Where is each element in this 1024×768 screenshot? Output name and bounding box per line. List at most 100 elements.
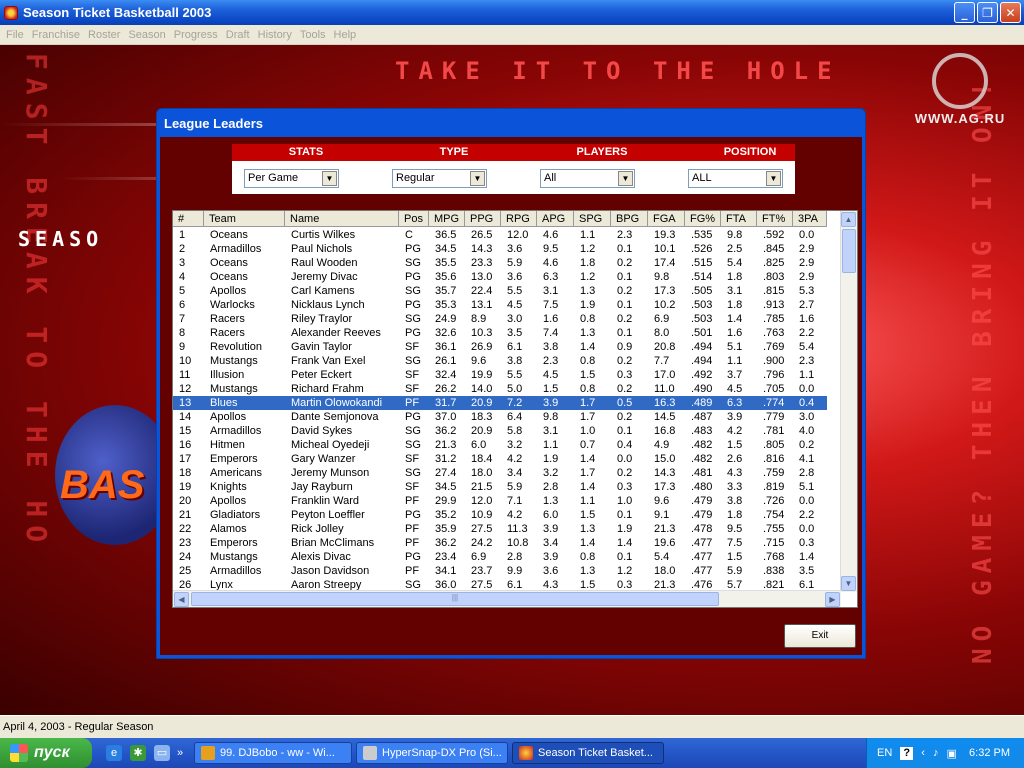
column-header[interactable]: # — [173, 211, 204, 227]
show-desktop-icon[interactable]: ▭ — [154, 745, 170, 761]
vertical-scrollbar[interactable]: ▲ ▼ — [840, 211, 857, 592]
title-bar[interactable]: Season Ticket Basketball 2003 _ ❐ ✕ — [0, 0, 1024, 25]
table-row[interactable]: 14 Apollos Dante Semjonova PG 37.0 18.3 6.4 9.8… — [173, 410, 827, 424]
taskbar-item-winamp[interactable]: 99. DJBobo - ww - Wi... — [194, 742, 352, 764]
menu-item-progress[interactable]: Progress — [172, 29, 224, 41]
table-cell: 0.0 — [799, 523, 815, 535]
table-row[interactable]: 20 Apollos Franklin Ward PF 29.9 12.0 7.1 1.3 1.… — [173, 494, 827, 508]
column-header[interactable]: FT% — [757, 211, 793, 227]
horizontal-scroll-thumb[interactable]: ||| — [191, 592, 719, 606]
horizontal-scrollbar[interactable]: ◀ ||| ▶ — [173, 590, 841, 607]
type-dropdown[interactable]: Regular ▼ — [392, 169, 487, 188]
chevron-right-icon[interactable]: » — [176, 745, 184, 761]
table-row[interactable]: 12 Mustangs Richard Frahm SF 26.2 14.0 5.0 1.5 0… — [173, 382, 827, 396]
column-header[interactable]: FG% — [685, 211, 721, 227]
column-header[interactable]: FTA — [721, 211, 757, 227]
help-icon[interactable]: ? — [900, 746, 914, 760]
stats-dropdown[interactable]: Per Game ▼ — [244, 169, 339, 188]
players-dropdown[interactable]: All ▼ — [540, 169, 635, 188]
table-row[interactable]: 7 Racers Riley Traylor SG 24.9 8.9 3.0 1.6 0.8 0.… — [173, 312, 827, 326]
column-header[interactable]: 3PA — [793, 211, 827, 227]
table-cell: SG — [405, 439, 421, 451]
network-icon[interactable]: ▣ — [946, 747, 956, 760]
table-row[interactable]: 2 Armadillos Paul Nichols PG 34.5 14.3 3.6 9.5 1… — [173, 242, 827, 256]
table-row[interactable]: 23 Emperors Brian McClimans PF 36.2 24.2 10.8 3… — [173, 536, 827, 550]
column-header[interactable]: MPG — [429, 211, 465, 227]
chevron-down-icon[interactable]: ▼ — [618, 171, 633, 186]
menu-item-history[interactable]: History — [256, 29, 298, 41]
menu-item-file[interactable]: File — [4, 29, 30, 41]
chevron-down-icon[interactable]: ▼ — [470, 171, 485, 186]
chevron-down-icon[interactable]: ▼ — [766, 171, 781, 186]
menu-item-draft[interactable]: Draft — [224, 29, 256, 41]
column-header[interactable]: Name — [285, 211, 399, 227]
column-header[interactable]: Team — [204, 211, 285, 227]
menu-item-help[interactable]: Help — [332, 29, 363, 41]
menu-item-tools[interactable]: Tools — [298, 29, 332, 41]
table-row[interactable]: 19 Knights Jay Rayburn SF 34.5 21.5 5.9 2.8 1.4 0… — [173, 480, 827, 494]
scroll-left-icon[interactable]: ◀ — [174, 592, 189, 607]
table-cell: 9.8 — [727, 229, 743, 241]
table-cell: 6.0 — [471, 439, 487, 451]
table-row[interactable]: 15 Armadillos David Sykes SG 36.2 20.9 5.8 3.1 1… — [173, 424, 827, 438]
column-header[interactable]: PPG — [465, 211, 501, 227]
table-row[interactable]: 18 Americans Jeremy Munson SG 27.4 18.0 3.4 3.2… — [173, 466, 827, 480]
tray-chevron-icon[interactable]: ‹ — [921, 747, 925, 759]
table-cell: 2.5 — [727, 243, 743, 255]
table-row[interactable]: 25 Armadillos Jason Davidson PF 34.1 23.7 9.9 3… — [173, 564, 827, 578]
table-row[interactable]: 17 Emperors Gary Wanzer SF 31.2 18.4 4.2 1.9 1.4… — [173, 452, 827, 466]
vertical-scroll-thumb[interactable] — [842, 229, 856, 273]
table-row[interactable]: 5 Apollos Carl Kamens SG 35.7 22.4 5.5 3.1 1.3 0.… — [173, 284, 827, 298]
table-cell: 2.3 — [617, 229, 633, 241]
language-indicator[interactable]: EN — [877, 747, 892, 759]
quicklaunch-app-icon[interactable]: ✱ — [130, 745, 146, 761]
table-row[interactable]: 1 Oceans Curtis Wilkes C 36.5 26.5 12.0 4.6 1.1 2… — [173, 228, 827, 242]
restore-button[interactable]: ❐ — [977, 2, 998, 23]
menu-item-franchise[interactable]: Franchise — [30, 29, 86, 41]
taskbar-item-season-ticket[interactable]: Season Ticket Basket... — [512, 742, 664, 764]
table-cell: PG — [405, 411, 421, 423]
internet-explorer-icon[interactable]: e — [106, 745, 122, 761]
table-row[interactable]: 8 Racers Alexander Reeves PG 32.6 10.3 3.5 7.4 1… — [173, 326, 827, 340]
table-row[interactable]: 4 Oceans Jeremy Divac PG 35.6 13.0 3.6 6.3 1.2 0.… — [173, 270, 827, 284]
table-row[interactable]: 24 Mustangs Alexis Divac PG 23.4 6.9 2.8 3.9 0.8… — [173, 550, 827, 564]
table-row[interactable]: 16 Hitmen Micheal Oyedeji SG 21.3 6.0 3.2 1.1 0.… — [173, 438, 827, 452]
scroll-right-icon[interactable]: ▶ — [825, 592, 840, 607]
table-cell: 1.2 — [617, 565, 633, 577]
table-cell: Emperors — [210, 537, 258, 549]
taskbar-item-hypersnap[interactable]: HyperSnap-DX Pro (Si... — [356, 742, 508, 764]
table-row[interactable]: 10 Mustangs Frank Van Exel SG 26.1 9.6 3.8 2.3 0… — [173, 354, 827, 368]
exit-button[interactable]: Exit — [784, 624, 856, 648]
app-icon[interactable] — [4, 5, 18, 20]
table-row[interactable]: 6 Warlocks Nicklaus Lynch PG 35.3 13.1 4.5 7.5 1… — [173, 298, 827, 312]
column-header[interactable]: FGA — [648, 211, 685, 227]
table-row[interactable]: 9 Revolution Gavin Taylor SF 36.1 26.9 6.1 3.8 1… — [173, 340, 827, 354]
table-row[interactable]: 11 Illusion Peter Eckert SF 32.4 19.9 5.5 4.5 1.… — [173, 368, 827, 382]
menu-item-season[interactable]: Season — [126, 29, 171, 41]
table-cell: 35.3 — [435, 299, 457, 311]
table-row[interactable]: 21 Gladiators Peyton Loeffler PG 35.2 10.9 4.2… — [173, 508, 827, 522]
start-button[interactable]: пуск — [0, 738, 92, 768]
scroll-down-icon[interactable]: ▼ — [841, 576, 856, 591]
season-ticket-icon — [519, 746, 533, 760]
menu-item-roster[interactable]: Roster — [86, 29, 126, 41]
close-button[interactable]: ✕ — [1000, 2, 1021, 23]
column-header[interactable]: Pos — [399, 211, 429, 227]
column-header[interactable]: RPG — [501, 211, 537, 227]
table-cell: 1.3 — [580, 327, 596, 339]
minimize-button[interactable]: _ — [954, 2, 975, 23]
volume-icon[interactable]: ♪ — [933, 747, 939, 759]
position-dropdown[interactable]: ALL ▼ — [688, 169, 783, 188]
table-cell: Alexis Divac — [291, 551, 351, 563]
table-row[interactable]: 22 Alamos Rick Jolley PF 35.9 27.5 11.3 3.9 1.3 1… — [173, 522, 827, 536]
table-row[interactable]: 3 Oceans Raul Wooden SG 35.5 23.3 5.9 4.6 1.8 0.2… — [173, 256, 827, 270]
table-cell: .479 — [691, 509, 713, 521]
column-header[interactable]: SPG — [574, 211, 611, 227]
column-header[interactable]: BPG — [611, 211, 648, 227]
table-row[interactable]: 13 Blues Martin Olowokandi PF 31.7 20.9 7.2 3.9… — [173, 396, 827, 410]
table-cell: 2.8 — [799, 467, 815, 479]
chevron-down-icon[interactable]: ▼ — [322, 171, 337, 186]
scroll-up-icon[interactable]: ▲ — [841, 212, 856, 227]
table-cell: 6.3 — [727, 397, 743, 409]
column-header[interactable]: APG — [537, 211, 574, 227]
